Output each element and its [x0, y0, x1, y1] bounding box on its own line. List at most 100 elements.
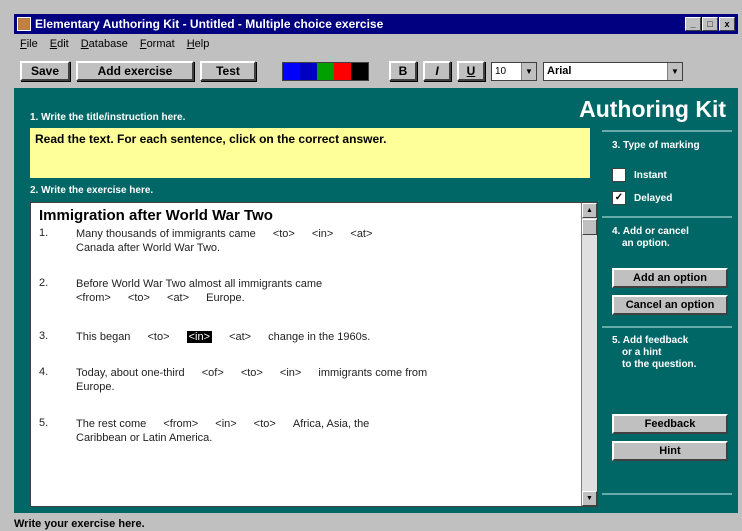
- bold-button[interactable]: B: [389, 61, 417, 81]
- item-text: Canada after World War Two.: [76, 242, 221, 254]
- item-number: 2.: [39, 277, 49, 289]
- item-text: The rest come: [76, 418, 147, 430]
- menu-file[interactable]: File: [20, 38, 38, 50]
- exercise-item: 4. Today, about one-third <of> <to> <in>…: [39, 366, 579, 396]
- color-palette: [282, 61, 369, 81]
- answer-option[interactable]: <in>: [312, 228, 333, 240]
- section2-header: 2. Write the exercise here.: [30, 185, 154, 196]
- exercise-item: 2. Before World War Two almost all immig…: [39, 277, 579, 307]
- item-text: This began: [76, 331, 131, 343]
- section3-divider: [602, 130, 732, 132]
- add-option-button[interactable]: Add an option: [612, 268, 728, 288]
- answer-option[interactable]: <at>: [167, 292, 189, 304]
- menu-help[interactable]: Help: [187, 38, 210, 50]
- authoring-panel: 1. Write the title/instruction here. Aut…: [14, 88, 738, 513]
- answer-option[interactable]: <to>: [273, 228, 295, 240]
- answer-option-selected[interactable]: <in>: [186, 331, 213, 343]
- section1-header: 1. Write the title/instruction here.: [30, 112, 186, 123]
- application-window: Elementary Authoring Kit - Untitled - Mu…: [0, 0, 742, 531]
- font-name-select[interactable]: Arial ▼: [543, 61, 683, 81]
- window-title: Elementary Authoring Kit - Untitled - Mu…: [35, 17, 384, 31]
- exercise-item: 3. This began <to> <in> <at> change in t…: [39, 330, 579, 346]
- item-text: Many thousands of immigrants came: [76, 228, 256, 240]
- item-number: 3.: [39, 330, 49, 342]
- item-text: Europe.: [206, 292, 245, 304]
- answer-option[interactable]: <to>: [241, 367, 263, 379]
- feedback-button[interactable]: Feedback: [612, 414, 728, 434]
- item-text: Africa, Asia, the: [292, 418, 370, 430]
- answer-option[interactable]: <to>: [254, 418, 276, 430]
- menu-edit[interactable]: Edit: [50, 38, 69, 50]
- test-button[interactable]: Test: [200, 61, 256, 81]
- chevron-down-icon[interactable]: ▼: [521, 62, 536, 80]
- status-bar: Write your exercise here.: [14, 518, 145, 530]
- minimize-button[interactable]: _: [685, 17, 701, 31]
- item-number: 5.: [39, 417, 49, 429]
- answer-option[interactable]: <from>: [76, 292, 111, 304]
- answer-option[interactable]: <to>: [148, 331, 170, 343]
- add-exercise-button[interactable]: Add exercise: [76, 61, 194, 81]
- vertical-scrollbar[interactable]: ▲ ▼: [581, 203, 597, 506]
- scroll-up-icon[interactable]: ▲: [582, 203, 597, 218]
- exercise-item: 1. Many thousands of immigrants came <to…: [39, 227, 579, 257]
- section5-header-line: or a hint: [622, 347, 662, 358]
- answer-option[interactable]: <in>: [215, 418, 236, 430]
- checkbox-icon[interactable]: ✓: [612, 191, 626, 205]
- answer-option[interactable]: <from>: [163, 418, 198, 430]
- section4-header-line: 4. Add or cancel: [612, 226, 689, 237]
- scroll-down-icon[interactable]: ▼: [582, 491, 597, 506]
- answer-option[interactable]: <of>: [202, 367, 224, 379]
- cancel-option-button[interactable]: Cancel an option: [612, 295, 728, 315]
- chevron-down-icon[interactable]: ▼: [667, 62, 682, 80]
- delayed-label: Delayed: [634, 192, 673, 204]
- answer-option[interactable]: <at>: [350, 228, 372, 240]
- menu-format[interactable]: Format: [140, 38, 175, 50]
- section4-header: 4. Add or cancel an option.: [612, 226, 689, 250]
- delayed-checkbox[interactable]: ✓ Delayed: [612, 191, 672, 205]
- section5-header-line: 5. Add feedback: [612, 335, 689, 346]
- maximize-button[interactable]: □: [702, 17, 718, 31]
- font-name-value: Arial: [547, 65, 572, 77]
- section3-header: 3. Type of marking: [612, 140, 700, 151]
- save-button[interactable]: Save: [20, 61, 70, 81]
- instruction-field[interactable]: Read the text. For each sentence, click …: [30, 128, 590, 178]
- color-swatch-red[interactable]: [334, 62, 351, 80]
- italic-button[interactable]: I: [423, 61, 451, 81]
- section4-divider: [602, 216, 732, 218]
- item-text: Europe.: [76, 381, 115, 393]
- font-size-select[interactable]: 10 ▼: [491, 61, 537, 81]
- exercise-title: Immigration after World War Two: [39, 207, 273, 224]
- item-text: immigrants come from: [318, 367, 428, 379]
- brand-title: Authoring Kit: [579, 96, 726, 122]
- color-swatch-green[interactable]: [317, 62, 334, 80]
- menu-bar: File Edit Database Format Help: [14, 35, 209, 53]
- scroll-thumb[interactable]: [582, 219, 597, 235]
- instant-checkbox[interactable]: Instant: [612, 168, 667, 182]
- answer-option[interactable]: <to>: [128, 292, 150, 304]
- item-text: Before World War Two almost all immigran…: [76, 278, 323, 290]
- bottom-divider: [602, 493, 732, 495]
- menu-database[interactable]: Database: [81, 38, 128, 50]
- font-size-value: 10: [495, 65, 507, 77]
- section5-header-line: to the question.: [622, 359, 697, 370]
- item-text: Today, about one-third: [76, 367, 185, 379]
- exercise-item: 5. The rest come <from> <in> <to> Africa…: [39, 417, 579, 447]
- color-swatch-blue[interactable]: [283, 62, 300, 80]
- color-swatch-dark-blue[interactable]: [300, 62, 317, 80]
- hint-button[interactable]: Hint: [612, 441, 728, 461]
- underline-button[interactable]: U: [457, 61, 485, 81]
- toolbar: Save Add exercise Test B I U 10 ▼ Arial …: [14, 56, 738, 86]
- exercise-editor[interactable]: Immigration after World War Two 1. Many …: [30, 202, 598, 507]
- answer-option[interactable]: <at>: [229, 331, 251, 343]
- checkbox-icon[interactable]: [612, 168, 626, 182]
- app-icon: [17, 17, 31, 31]
- item-number: 1.: [39, 227, 49, 239]
- instant-label: Instant: [634, 169, 667, 181]
- answer-option[interactable]: <in>: [280, 367, 301, 379]
- section5-divider: [602, 326, 732, 328]
- close-button[interactable]: x: [719, 17, 735, 31]
- section4-header-line: an option.: [622, 238, 670, 249]
- item-text: Caribbean or Latin America.: [76, 432, 213, 444]
- color-swatch-black[interactable]: [351, 62, 368, 80]
- item-number: 4.: [39, 366, 49, 378]
